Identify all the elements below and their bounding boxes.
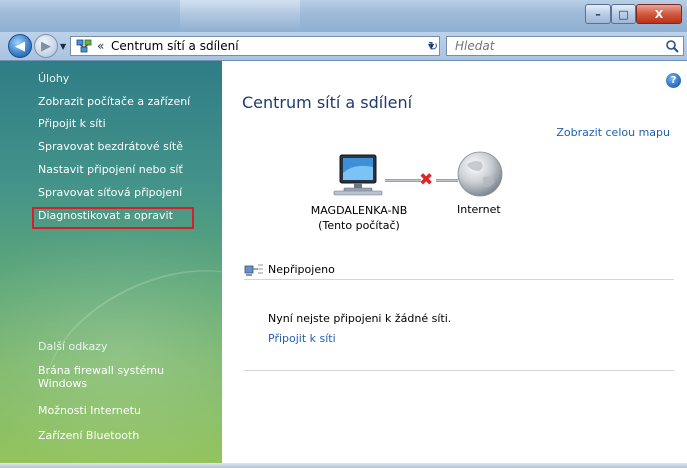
forward-button[interactable]: ▶ bbox=[34, 34, 58, 58]
address-toolbar: ◀ ▶ ▼ « Centrum sítí a sdílení ▼ ↻ bbox=[0, 32, 687, 61]
network-center-icon bbox=[76, 39, 92, 53]
connect-to-network-link[interactable]: Připojit k síti bbox=[268, 332, 336, 345]
refresh-icon[interactable]: ↻ bbox=[425, 38, 441, 54]
more-links-heading: Další odkazy bbox=[38, 340, 108, 353]
breadcrumb-chevron[interactable]: « bbox=[97, 39, 104, 53]
internet-label: Internet bbox=[457, 203, 501, 216]
search-input[interactable] bbox=[455, 39, 655, 53]
link-internet-options[interactable]: Možnosti Internetu bbox=[38, 404, 141, 417]
task-manage-connections[interactable]: Spravovat síťová připojení bbox=[38, 186, 182, 199]
task-setup-connection[interactable]: Nastavit připojení nebo síť bbox=[38, 163, 183, 176]
computer-name: MAGDALENKA-NB bbox=[310, 204, 408, 217]
title-bar-glass bbox=[180, 0, 300, 32]
explorer-window: – □ X ◀ ▶ ▼ « Centrum sítí a sdílení ▼ ↻ bbox=[0, 0, 687, 468]
tasks-heading: Úlohy bbox=[38, 72, 70, 85]
computer-note: (Tento počítač) bbox=[318, 219, 400, 232]
network-status-icon bbox=[244, 264, 263, 276]
computer-label: MAGDALENKA-NB (Tento počítač) bbox=[304, 203, 414, 233]
page-title: Centrum sítí a sdílení bbox=[242, 93, 413, 112]
recent-pages-dropdown-icon[interactable]: ▼ bbox=[60, 42, 66, 51]
address-bar[interactable]: « Centrum sítí a sdílení ▼ bbox=[70, 36, 440, 56]
search-box[interactable] bbox=[446, 36, 684, 56]
task-connect-network[interactable]: Připojit k síti bbox=[38, 117, 106, 130]
not-connected-message: Nyní nejste připojeni k žádné síti. bbox=[268, 312, 452, 325]
task-pane: Úlohy Zobrazit počítače a zařízení Připo… bbox=[0, 61, 222, 468]
help-icon[interactable]: ? bbox=[666, 73, 681, 88]
link-windows-firewall[interactable]: Brána firewall systému Windows bbox=[38, 364, 208, 390]
computer-icon bbox=[333, 154, 383, 196]
title-bar[interactable]: – □ X bbox=[0, 0, 687, 32]
search-icon[interactable] bbox=[665, 39, 679, 53]
link-bluetooth-devices[interactable]: Zařízení Bluetooth bbox=[38, 429, 139, 442]
divider-bottom bbox=[244, 370, 674, 371]
window-bottom-border bbox=[0, 463, 687, 468]
maximize-button[interactable]: □ bbox=[611, 4, 636, 24]
connection-status: Nepřipojeno bbox=[268, 263, 335, 276]
internet-globe-icon bbox=[457, 151, 503, 197]
task-manage-wireless[interactable]: Spravovat bezdrátové sítě bbox=[38, 140, 183, 153]
close-button[interactable]: X bbox=[636, 4, 682, 24]
main-content: ? Centrum sítí a sdílení Zobrazit celou … bbox=[222, 61, 687, 468]
task-view-computers[interactable]: Zobrazit počítače a zařízení bbox=[38, 95, 190, 108]
divider bbox=[244, 279, 674, 280]
minimize-button[interactable]: – bbox=[585, 4, 611, 24]
view-full-map-link[interactable]: Zobrazit celou mapu bbox=[556, 126, 670, 139]
connection-line-left bbox=[385, 179, 421, 182]
highlight-box bbox=[32, 207, 194, 229]
breadcrumb-current[interactable]: Centrum sítí a sdílení bbox=[111, 39, 239, 53]
disconnected-x-icon: ✖ bbox=[419, 170, 434, 190]
back-button[interactable]: ◀ bbox=[8, 34, 32, 58]
